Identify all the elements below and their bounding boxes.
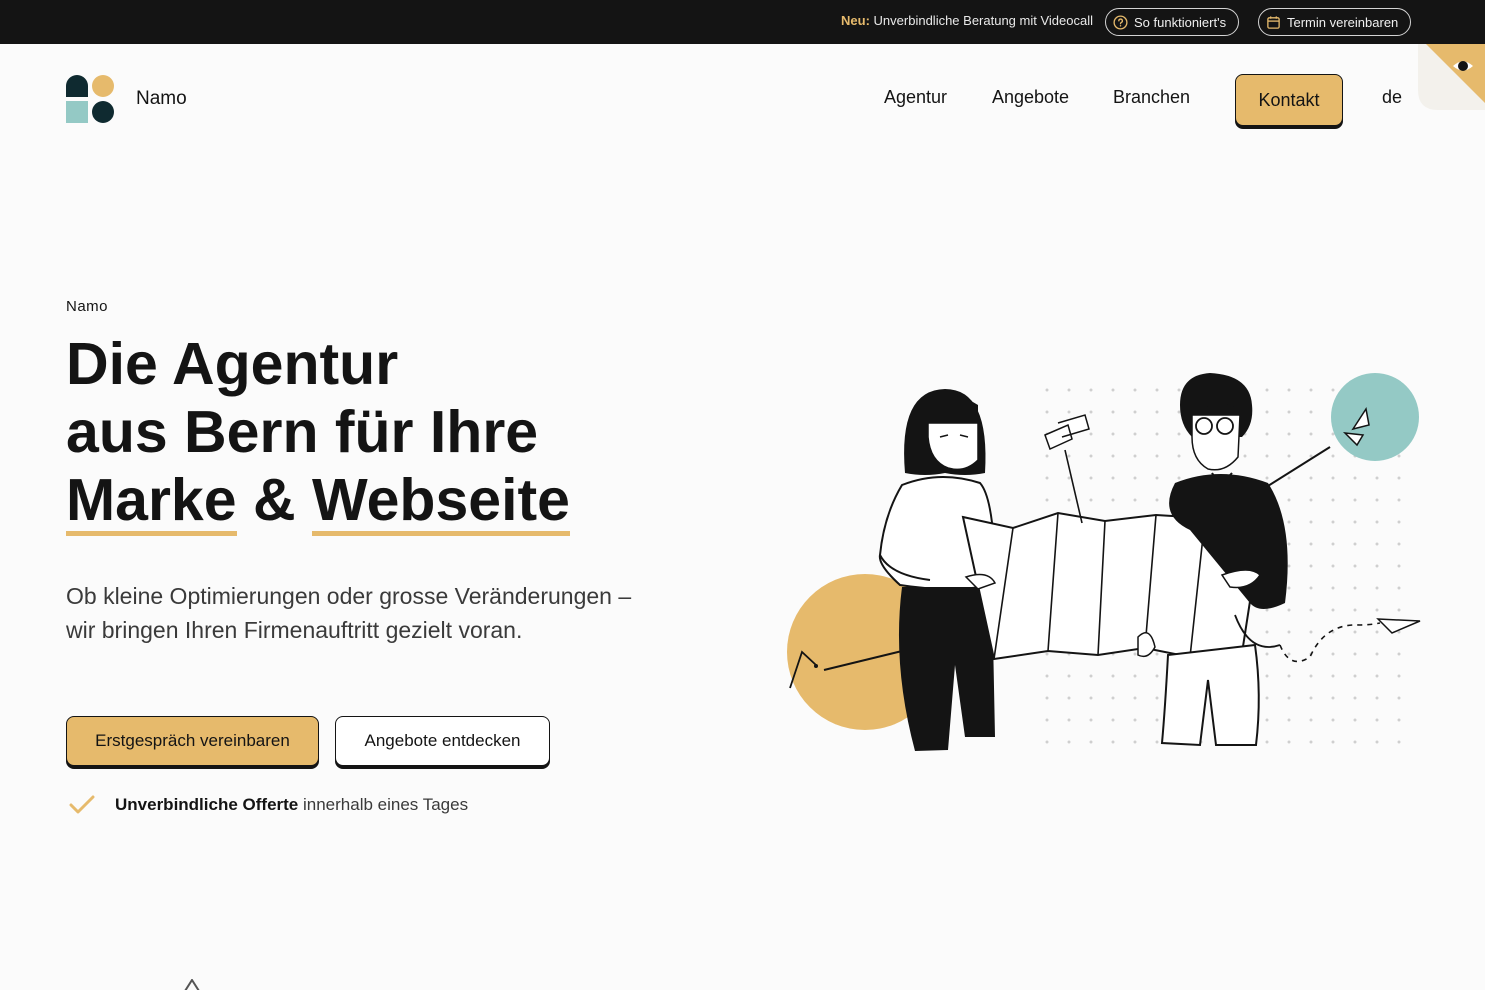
nav-branchen[interactable]: Branchen — [1113, 87, 1190, 108]
book-consultation-button[interactable]: Erstgespräch vereinbaren — [66, 716, 319, 766]
announcement-bar: Neu: Unverbindliche Beratung mit Videoca… — [0, 0, 1485, 44]
how-it-works-label: So funktioniert's — [1134, 14, 1227, 30]
brand-logo[interactable] — [66, 75, 114, 123]
decorative-triangle-icon — [183, 978, 201, 990]
discover-offers-button[interactable]: Angebote entdecken — [335, 716, 550, 766]
headline-ampersand: & — [252, 467, 296, 533]
how-it-works-button[interactable]: So funktioniert's — [1105, 8, 1240, 36]
book-appointment-button[interactable]: Termin vereinbaren — [1258, 8, 1412, 36]
calendar-icon — [1266, 15, 1281, 30]
checkmark-icon — [69, 794, 95, 816]
nav-angebote[interactable]: Angebote — [992, 87, 1069, 108]
hero-lead: Ob kleine Optimierungen oder grosse Verä… — [66, 583, 632, 643]
offer-note: Unverbindliche Offerte innerhalb eines T… — [115, 795, 468, 815]
question-circle-icon — [1113, 14, 1128, 30]
hero-illustration — [780, 365, 1425, 760]
decorative-circle-icon — [1388, 984, 1418, 990]
hero-eyebrow: Namo — [66, 298, 109, 315]
hero-headline: Die Agentur aus Bern für Ihre Marke & We… — [66, 330, 570, 536]
accessibility-toggle[interactable] — [1418, 44, 1485, 110]
brand-name[interactable]: Namo — [136, 88, 187, 110]
offer-note-rest: innerhalb eines Tages — [298, 795, 469, 814]
book-appointment-label: Termin vereinbaren — [1287, 14, 1399, 30]
headline-line-2: aus Bern für Ihre — [66, 399, 539, 465]
offer-note-strong: Unverbindliche Offerte — [115, 795, 299, 814]
contact-button[interactable]: Kontakt — [1235, 74, 1343, 126]
announcement-text: Neu: Unverbindliche Beratung mit Videoca… — [841, 13, 1093, 28]
headline-line-1: Die Agentur — [66, 331, 399, 397]
new-label: Neu: — [841, 13, 870, 28]
headline-word-webseite: Webseite — [311, 467, 570, 536]
language-switcher[interactable]: de — [1382, 87, 1402, 108]
headline-word-marke: Marke — [66, 467, 237, 536]
nav-agentur[interactable]: Agentur — [884, 87, 947, 108]
announcement-message: Unverbindliche Beratung mit Videocall — [873, 13, 1093, 28]
